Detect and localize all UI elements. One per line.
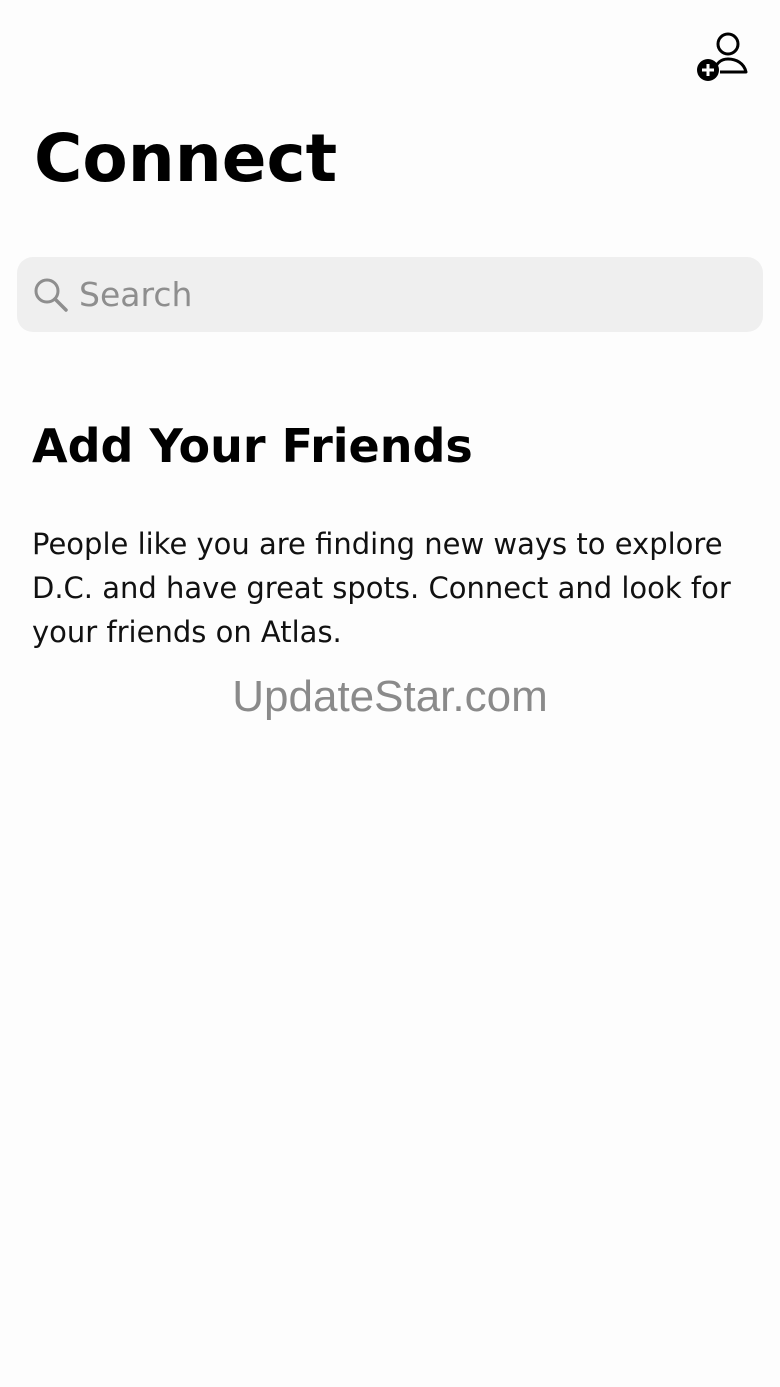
watermark: UpdateStar.com <box>232 672 548 721</box>
search-input[interactable] <box>79 257 739 332</box>
section-description: People like you are finding new ways to … <box>32 527 731 649</box>
section-heading: Add Your Friends <box>32 419 473 473</box>
search-bar[interactable] <box>17 257 763 332</box>
add-friend-button[interactable] <box>692 30 752 86</box>
add-person-icon <box>692 30 752 86</box>
page-title: Connect <box>34 120 338 197</box>
search-icon <box>33 277 69 313</box>
